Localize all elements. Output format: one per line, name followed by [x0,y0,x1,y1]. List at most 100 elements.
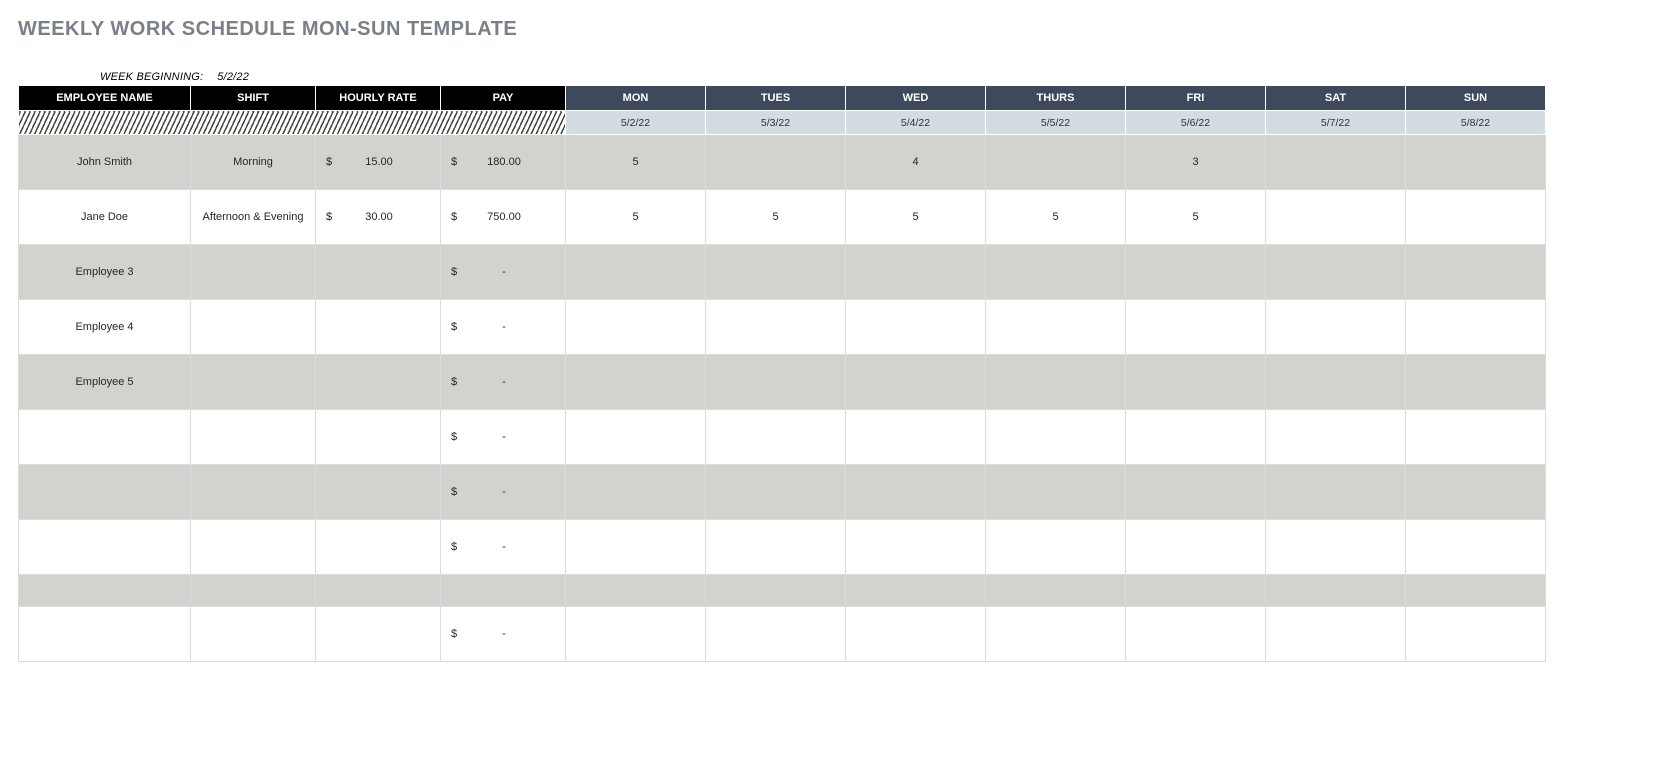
hours-cell[interactable] [1266,300,1406,355]
hours-cell[interactable] [1266,355,1406,410]
date-thu[interactable]: 5/5/22 [986,111,1126,135]
hours-cell[interactable] [986,575,1126,607]
hours-cell[interactable] [566,575,706,607]
hours-cell[interactable] [706,355,846,410]
rate-cell[interactable]: $30.00 [316,190,441,245]
hours-cell[interactable] [846,465,986,520]
employee-cell[interactable] [19,575,191,607]
date-fri[interactable]: 5/6/22 [1126,111,1266,135]
hours-cell[interactable]: 5 [986,190,1126,245]
pay-cell[interactable]: $- [441,465,566,520]
shift-cell[interactable] [191,520,316,575]
pay-cell[interactable]: $- [441,300,566,355]
shift-cell[interactable]: Morning [191,135,316,190]
rate-cell[interactable] [316,245,441,300]
hours-cell[interactable] [566,245,706,300]
hours-cell[interactable] [1126,607,1266,662]
hours-cell[interactable] [1126,245,1266,300]
hours-cell[interactable] [1266,607,1406,662]
rate-cell[interactable] [316,607,441,662]
hours-cell[interactable] [706,607,846,662]
date-mon[interactable]: 5/2/22 [566,111,706,135]
employee-cell[interactable] [19,520,191,575]
pay-cell[interactable]: $- [441,245,566,300]
hours-cell[interactable]: 4 [846,135,986,190]
shift-cell[interactable] [191,465,316,520]
hours-cell[interactable] [566,355,706,410]
hours-cell[interactable]: 5 [706,190,846,245]
hours-cell[interactable]: 5 [846,190,986,245]
hours-cell[interactable] [1266,190,1406,245]
hours-cell[interactable] [1126,410,1266,465]
rate-cell[interactable] [316,410,441,465]
hours-cell[interactable]: 5 [566,190,706,245]
date-sat[interactable]: 5/7/22 [1266,111,1406,135]
hours-cell[interactable] [706,465,846,520]
hours-cell[interactable] [846,355,986,410]
hours-cell[interactable] [706,300,846,355]
hours-cell[interactable] [706,575,846,607]
pay-cell[interactable]: $- [441,520,566,575]
hours-cell[interactable] [846,245,986,300]
hours-cell[interactable] [1266,245,1406,300]
rate-cell[interactable] [316,520,441,575]
shift-cell[interactable] [191,245,316,300]
hours-cell[interactable] [1406,465,1546,520]
hours-cell[interactable] [706,245,846,300]
hours-cell[interactable] [1266,520,1406,575]
hours-cell[interactable]: 3 [1126,135,1266,190]
shift-cell[interactable] [191,355,316,410]
hours-cell[interactable] [986,300,1126,355]
hours-cell[interactable] [846,410,986,465]
hours-cell[interactable] [986,135,1126,190]
pay-cell[interactable]: $- [441,410,566,465]
hours-cell[interactable] [1266,465,1406,520]
hours-cell[interactable] [1126,465,1266,520]
hours-cell[interactable] [846,520,986,575]
hours-cell[interactable] [1406,607,1546,662]
hours-cell[interactable] [566,410,706,465]
hours-cell[interactable] [986,607,1126,662]
employee-cell[interactable] [19,410,191,465]
hours-cell[interactable] [706,410,846,465]
employee-cell[interactable]: Jane Doe [19,190,191,245]
hours-cell[interactable] [846,607,986,662]
employee-cell[interactable]: Employee 3 [19,245,191,300]
hours-cell[interactable] [986,355,1126,410]
hours-cell[interactable] [986,520,1126,575]
employee-cell[interactable]: John Smith [19,135,191,190]
rate-cell[interactable] [316,300,441,355]
hours-cell[interactable] [1126,520,1266,575]
shift-cell[interactable] [191,607,316,662]
hours-cell[interactable] [1266,135,1406,190]
hours-cell[interactable] [1266,410,1406,465]
hours-cell[interactable] [1406,245,1546,300]
employee-cell[interactable]: Employee 4 [19,300,191,355]
rate-cell[interactable] [316,465,441,520]
shift-cell[interactable] [191,300,316,355]
hours-cell[interactable] [1406,410,1546,465]
rate-cell[interactable] [316,575,441,607]
date-tue[interactable]: 5/3/22 [706,111,846,135]
shift-cell[interactable]: Afternoon & Evening [191,190,316,245]
hours-cell[interactable] [1266,575,1406,607]
shift-cell[interactable] [191,410,316,465]
employee-cell[interactable]: Employee 5 [19,355,191,410]
rate-cell[interactable]: $15.00 [316,135,441,190]
rate-cell[interactable] [316,355,441,410]
hours-cell[interactable] [1126,355,1266,410]
hours-cell[interactable] [706,520,846,575]
employee-cell[interactable] [19,607,191,662]
hours-cell[interactable] [1406,190,1546,245]
hours-cell[interactable] [566,520,706,575]
shift-cell[interactable] [191,575,316,607]
pay-cell[interactable]: $750.00 [441,190,566,245]
hours-cell[interactable] [1406,355,1546,410]
hours-cell[interactable] [1406,575,1546,607]
date-wed[interactable]: 5/4/22 [846,111,986,135]
hours-cell[interactable] [566,465,706,520]
pay-cell[interactable]: $- [441,607,566,662]
hours-cell[interactable] [1126,300,1266,355]
hours-cell[interactable] [706,135,846,190]
pay-cell[interactable] [441,575,566,607]
